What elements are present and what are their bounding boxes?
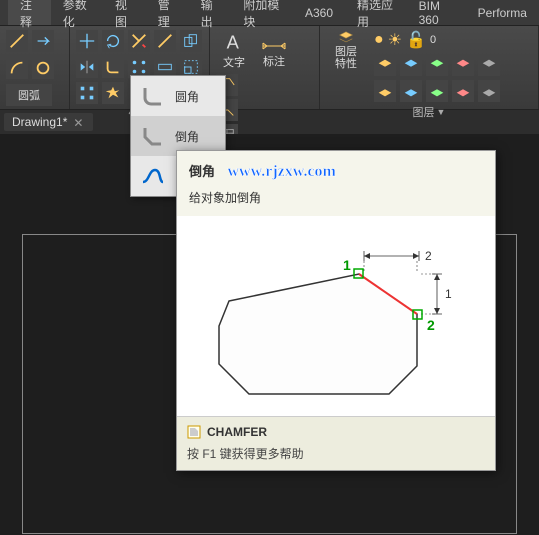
tab-featured[interactable]: 精选应用 [345,0,407,25]
tool-layer-f[interactable] [374,80,396,102]
dropdown-label-chamfer: 倒角 [175,128,199,145]
tab-manage[interactable]: 管理 [146,0,189,25]
dropdown-item-fillet[interactable]: 圆角 [131,76,225,116]
tool-layer-e[interactable] [478,54,500,76]
blend-icon [139,162,167,190]
tab-annotate[interactable]: 注释 [8,0,51,25]
panel-layers: 图层 特性 ● ☀ 🔓 0 [320,26,539,109]
tool-line2[interactable] [154,30,176,52]
tool-copy[interactable] [180,30,202,52]
tool-layer-a[interactable] [374,54,396,76]
tooltip-command: CHAMFER [187,425,485,439]
command-icon [187,425,201,439]
panel-draw: 圆弧 [0,26,70,109]
tool-arc[interactable] [6,57,28,79]
chevron-down-icon: ▼ [437,107,446,117]
tooltip-help: 按 F1 键获得更多帮助 [187,445,485,462]
panel-annotation: A 文字 标注 注释▼ [210,26,320,109]
tool-layer-g[interactable] [400,80,422,102]
tool-layer-props[interactable]: 图层 特性 [326,30,366,70]
tab-parametric[interactable]: 参数化 [51,0,103,25]
tooltip-title: 倒角 [189,161,215,180]
tool-array2[interactable] [76,82,98,104]
tab-view[interactable]: 视图 [103,0,146,25]
chamfer-icon [139,122,167,150]
tooltip-footer: CHAMFER 按 F1 键获得更多帮助 [177,416,495,470]
tool-text[interactable]: A 文字 [216,30,252,70]
svg-text:A: A [227,31,240,52]
ribbon-tabbar: 注释 参数化 视图 管理 输出 附加模块 A360 精选应用 BIM 360 P… [0,0,539,26]
tool-trim[interactable] [128,30,150,52]
close-icon[interactable]: ✕ [73,116,85,128]
tab-addins[interactable]: 附加模块 [231,0,293,25]
tool-rotate[interactable] [102,30,124,52]
tooltip-description: 给对象加倒角 [177,185,495,216]
tooltip-header: 倒角 www.rjzxw.com [177,151,495,185]
dim-label-1: 1 [445,287,452,301]
dropdown-label-fillet: 圆角 [175,88,199,105]
tool-option[interactable] [32,30,54,52]
doc-tab[interactable]: Drawing1* ✕ [4,113,93,131]
tool-arc-label[interactable]: 圆弧 [6,84,52,106]
tool-layer-c[interactable] [426,54,448,76]
tool-dimension[interactable]: 标注 [256,30,292,70]
tab-a360[interactable]: A360 [293,0,345,25]
dim-label-2: 2 [425,249,432,263]
tool-layer-d[interactable] [452,54,474,76]
tool-line[interactable] [6,30,28,52]
tool-fillet[interactable] [102,56,124,78]
fillet-icon [139,82,167,110]
watermark-text: www.rjzxw.com [227,163,335,180]
tool-layer-j[interactable] [478,80,500,102]
pick-label-1: 1 [343,257,351,273]
tool-mirror[interactable] [76,56,98,78]
tooltip-illustration: 2 1 1 2 [177,216,495,416]
tool-layer-h[interactable] [426,80,448,102]
tool-move[interactable] [76,30,98,52]
tool-layer-b[interactable] [400,54,422,76]
tool-layer-i[interactable] [452,80,474,102]
lock-icon[interactable]: 🔓 [406,30,426,50]
tool-explode[interactable] [102,82,124,104]
command-tooltip: 倒角 www.rjzxw.com 给对象加倒角 2 1 1 2 [176,150,496,471]
tab-performance[interactable]: Performa [466,0,539,25]
panel-layers-label: 图层▼ [326,104,532,120]
ribbon: 圆弧 修▼ A 文字 标注 [0,26,539,110]
sun-icon[interactable]: ☀ [388,30,402,50]
pick-label-2: 2 [427,317,435,333]
tab-bim360[interactable]: BIM 360 [407,0,466,25]
tab-output[interactable]: 输出 [189,0,232,25]
lightbulb-icon[interactable]: ● [374,31,384,49]
doc-tab-label: Drawing1* [12,115,67,129]
tool-circle[interactable] [32,57,54,79]
